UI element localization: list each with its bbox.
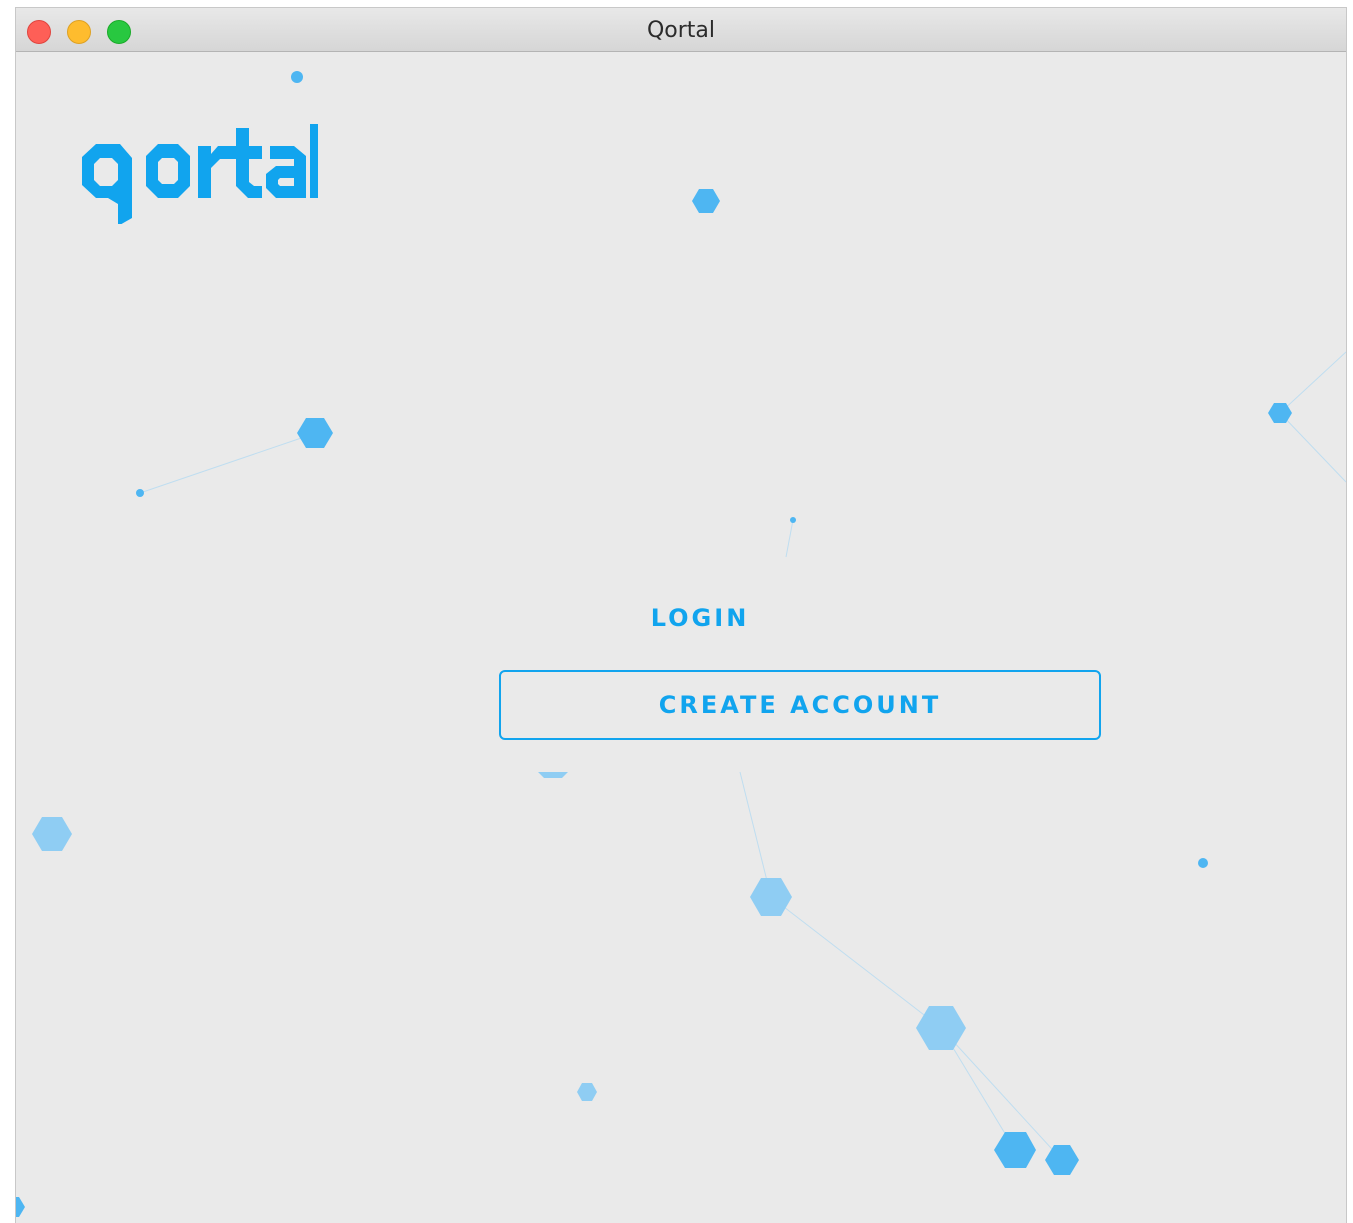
particle-nodes [16,71,1292,1217]
create-account-button[interactable]: CREATE ACCOUNT [499,670,1101,740]
login-button[interactable]: LOGIN [600,592,800,644]
app-window: Qortal LOGIN CREATE ACCOUNT [16,8,1346,1223]
welcome-screen: LOGIN CREATE ACCOUNT [16,52,1346,1223]
window-title: Qortal [646,18,716,43]
qortal-logo [68,124,318,229]
qortal-logo-icon [82,124,318,226]
title-bar[interactable]: Qortal [16,8,1346,52]
